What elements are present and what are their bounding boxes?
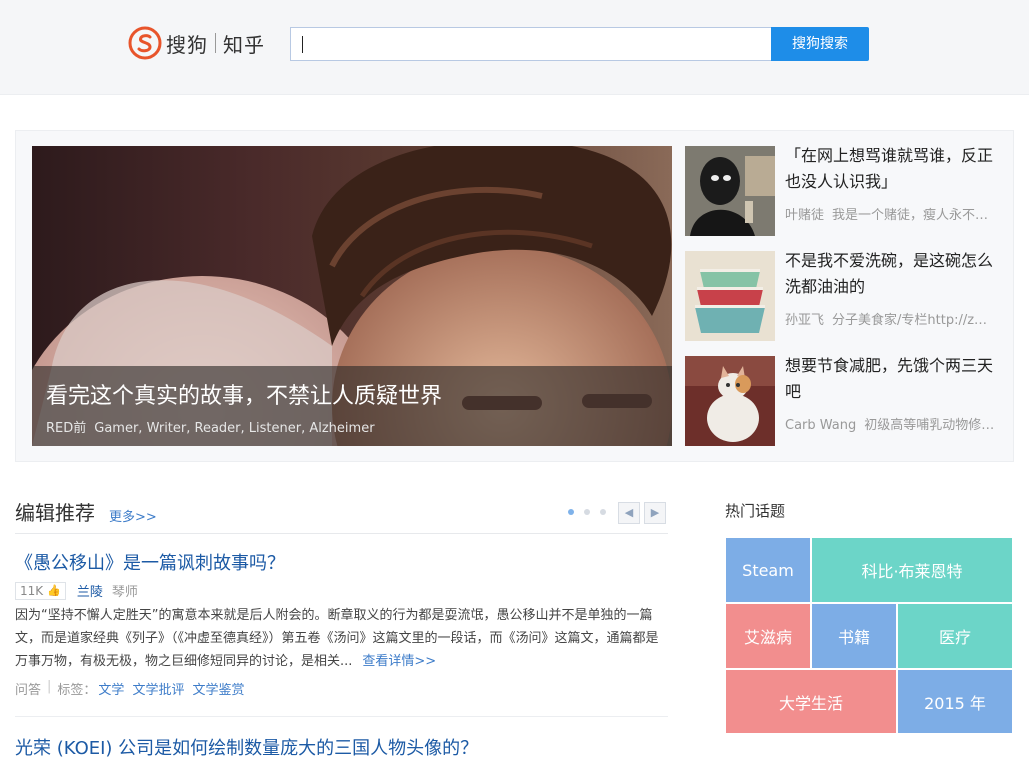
- side-article[interactable]: 不是我不爱洗碗，是这碗怎么洗都油油的 孙亚飞 分子美食家/专栏http://z…: [685, 251, 1005, 341]
- next-arrow-button[interactable]: ▶: [644, 502, 666, 524]
- stacked-bowls-image[interactable]: [685, 251, 775, 341]
- side-article-bio: 分子美食家/专栏http://z…: [832, 313, 988, 328]
- header-bar: 搜狗 知乎 搜狗搜索: [0, 0, 1029, 95]
- logo-sogou-text: 搜狗: [166, 32, 208, 57]
- thumbs-up-icon: 👍: [47, 583, 61, 597]
- hot-topics-grid: Steam 科比·布莱恩特 艾滋病 书籍 医疗 大学生活 2015 年: [725, 537, 1013, 734]
- topic-tile[interactable]: 书籍: [811, 603, 897, 669]
- carousel-dot[interactable]: [600, 509, 606, 515]
- section-title: 编辑推荐: [15, 501, 95, 525]
- featured-section: 看完这个真实的故事，不禁让人质疑世界 RED前 Gamer, Writer, Re…: [15, 130, 1014, 462]
- vote-count-badge[interactable]: 11K 👍: [15, 581, 66, 600]
- search-input[interactable]: [290, 27, 772, 61]
- side-article-author[interactable]: Carb Wang: [785, 418, 856, 433]
- side-article-bio: 我是一个赌徒，瘦人永不…: [832, 208, 989, 223]
- hero-author[interactable]: RED前: [46, 421, 86, 436]
- tags-label: 标签：: [57, 683, 97, 698]
- divider: [15, 533, 668, 534]
- section-title: 热门话题: [725, 502, 786, 520]
- side-article-title[interactable]: 不是我不爱洗碗，是这碗怎么洗都油油的: [785, 248, 1000, 300]
- sogou-logo-icon: [128, 26, 162, 60]
- tag-link[interactable]: 文学: [98, 679, 124, 698]
- side-article-title[interactable]: 「在网上想骂谁就骂谁，反正也没人认识我」: [785, 143, 1000, 195]
- carousel-dot-active[interactable]: [568, 509, 574, 515]
- tag-link[interactable]: 文学鉴赏: [192, 679, 244, 698]
- sogou-zhihu-logo[interactable]: 搜狗 知乎: [128, 26, 265, 60]
- question-title[interactable]: 《愚公移山》是一篇讽刺故事吗？: [15, 549, 285, 575]
- question-title[interactable]: 光荣 (KOEI) 公司是如何绘制数量庞大的三国人物头像的？: [15, 734, 478, 760]
- logo-zhihu-text: 知乎: [223, 32, 265, 57]
- read-more-link[interactable]: 查看详情>>: [362, 654, 436, 669]
- answer-author-bio: 琴师: [111, 585, 138, 600]
- content-type-label: 问答: [15, 683, 42, 698]
- topic-tile[interactable]: 医疗: [897, 603, 1013, 669]
- side-article-author[interactable]: 叶赌徒: [785, 208, 824, 223]
- text-caret: [302, 36, 303, 53]
- side-article-bio: 初级高等哺乳动物修…: [864, 418, 995, 433]
- carousel-dot[interactable]: [584, 509, 590, 515]
- hero-title[interactable]: 看完这个真实的故事，不禁让人质疑世界: [46, 378, 442, 410]
- answer-author[interactable]: 兰陵: [77, 581, 103, 600]
- side-article-author[interactable]: 孙亚飞: [785, 313, 824, 328]
- side-article-meta: 叶赌徒 我是一个赌徒，瘦人永不…: [785, 204, 1000, 223]
- topic-tile[interactable]: 科比·布莱恩特: [811, 537, 1013, 603]
- topic-tile[interactable]: 艾滋病: [725, 603, 811, 669]
- anonymous-figure-image[interactable]: [685, 146, 775, 236]
- side-article[interactable]: 「在网上想骂谁就骂谁，反正也没人认识我」 叶赌徒 我是一个赌徒，瘦人永不…: [685, 146, 1005, 236]
- hot-topics: 热门话题 Steam 科比·布莱恩特 艾滋病 书籍 医疗 大学生活 2015 年: [725, 500, 1013, 734]
- side-article-meta: Carb Wang 初级高等哺乳动物修…: [785, 414, 1000, 433]
- hero-caption: 看完这个真实的故事，不禁让人质疑世界 RED前 Gamer, Writer, Re…: [32, 366, 672, 446]
- hero-article[interactable]: 看完这个真实的故事，不禁让人质疑世界 RED前 Gamer, Writer, Re…: [32, 146, 672, 446]
- hero-author-line: RED前 Gamer, Writer, Reader, Listener, Alz…: [46, 417, 375, 436]
- answer-meta: 11K 👍 兰陵 琴师: [15, 581, 138, 600]
- carousel-dots: [568, 509, 616, 515]
- side-article-title[interactable]: 想要节食减肥，先饿个两三天吧: [785, 353, 1000, 405]
- topic-tile[interactable]: Steam: [725, 537, 811, 603]
- side-article[interactable]: 想要节食减肥，先饿个两三天吧 Carb Wang 初级高等哺乳动物修…: [685, 356, 1005, 446]
- separator: |: [47, 679, 52, 694]
- logo-divider: [215, 33, 216, 53]
- topic-tile[interactable]: 2015 年: [897, 669, 1013, 734]
- search-button[interactable]: 搜狗搜索: [771, 27, 869, 61]
- answer-excerpt-text: 因为“坚持不懈人定胜天”的寓意本来就是后人附会的。断章取义的行为都是耍流氓，愚公…: [15, 608, 659, 669]
- fat-cat-image[interactable]: [685, 356, 775, 446]
- answer-excerpt: 因为“坚持不懈人定胜天”的寓意本来就是后人附会的。断章取义的行为都是耍流氓，愚公…: [15, 604, 667, 673]
- vote-count: 11K: [20, 583, 44, 598]
- prev-arrow-button[interactable]: ◀: [618, 502, 640, 524]
- question-footer: 问答 | 标签： 文学 文学批评 文学鉴赏: [15, 679, 244, 698]
- side-article-meta: 孙亚飞 分子美食家/专栏http://z…: [785, 309, 1000, 328]
- tag-link[interactable]: 文学批评: [132, 679, 184, 698]
- hero-author-bio: Gamer, Writer, Reader, Listener, Alzheim…: [94, 421, 375, 436]
- divider: [15, 716, 668, 717]
- more-link[interactable]: 更多>>: [109, 506, 157, 525]
- topic-tile[interactable]: 大学生活: [725, 669, 897, 734]
